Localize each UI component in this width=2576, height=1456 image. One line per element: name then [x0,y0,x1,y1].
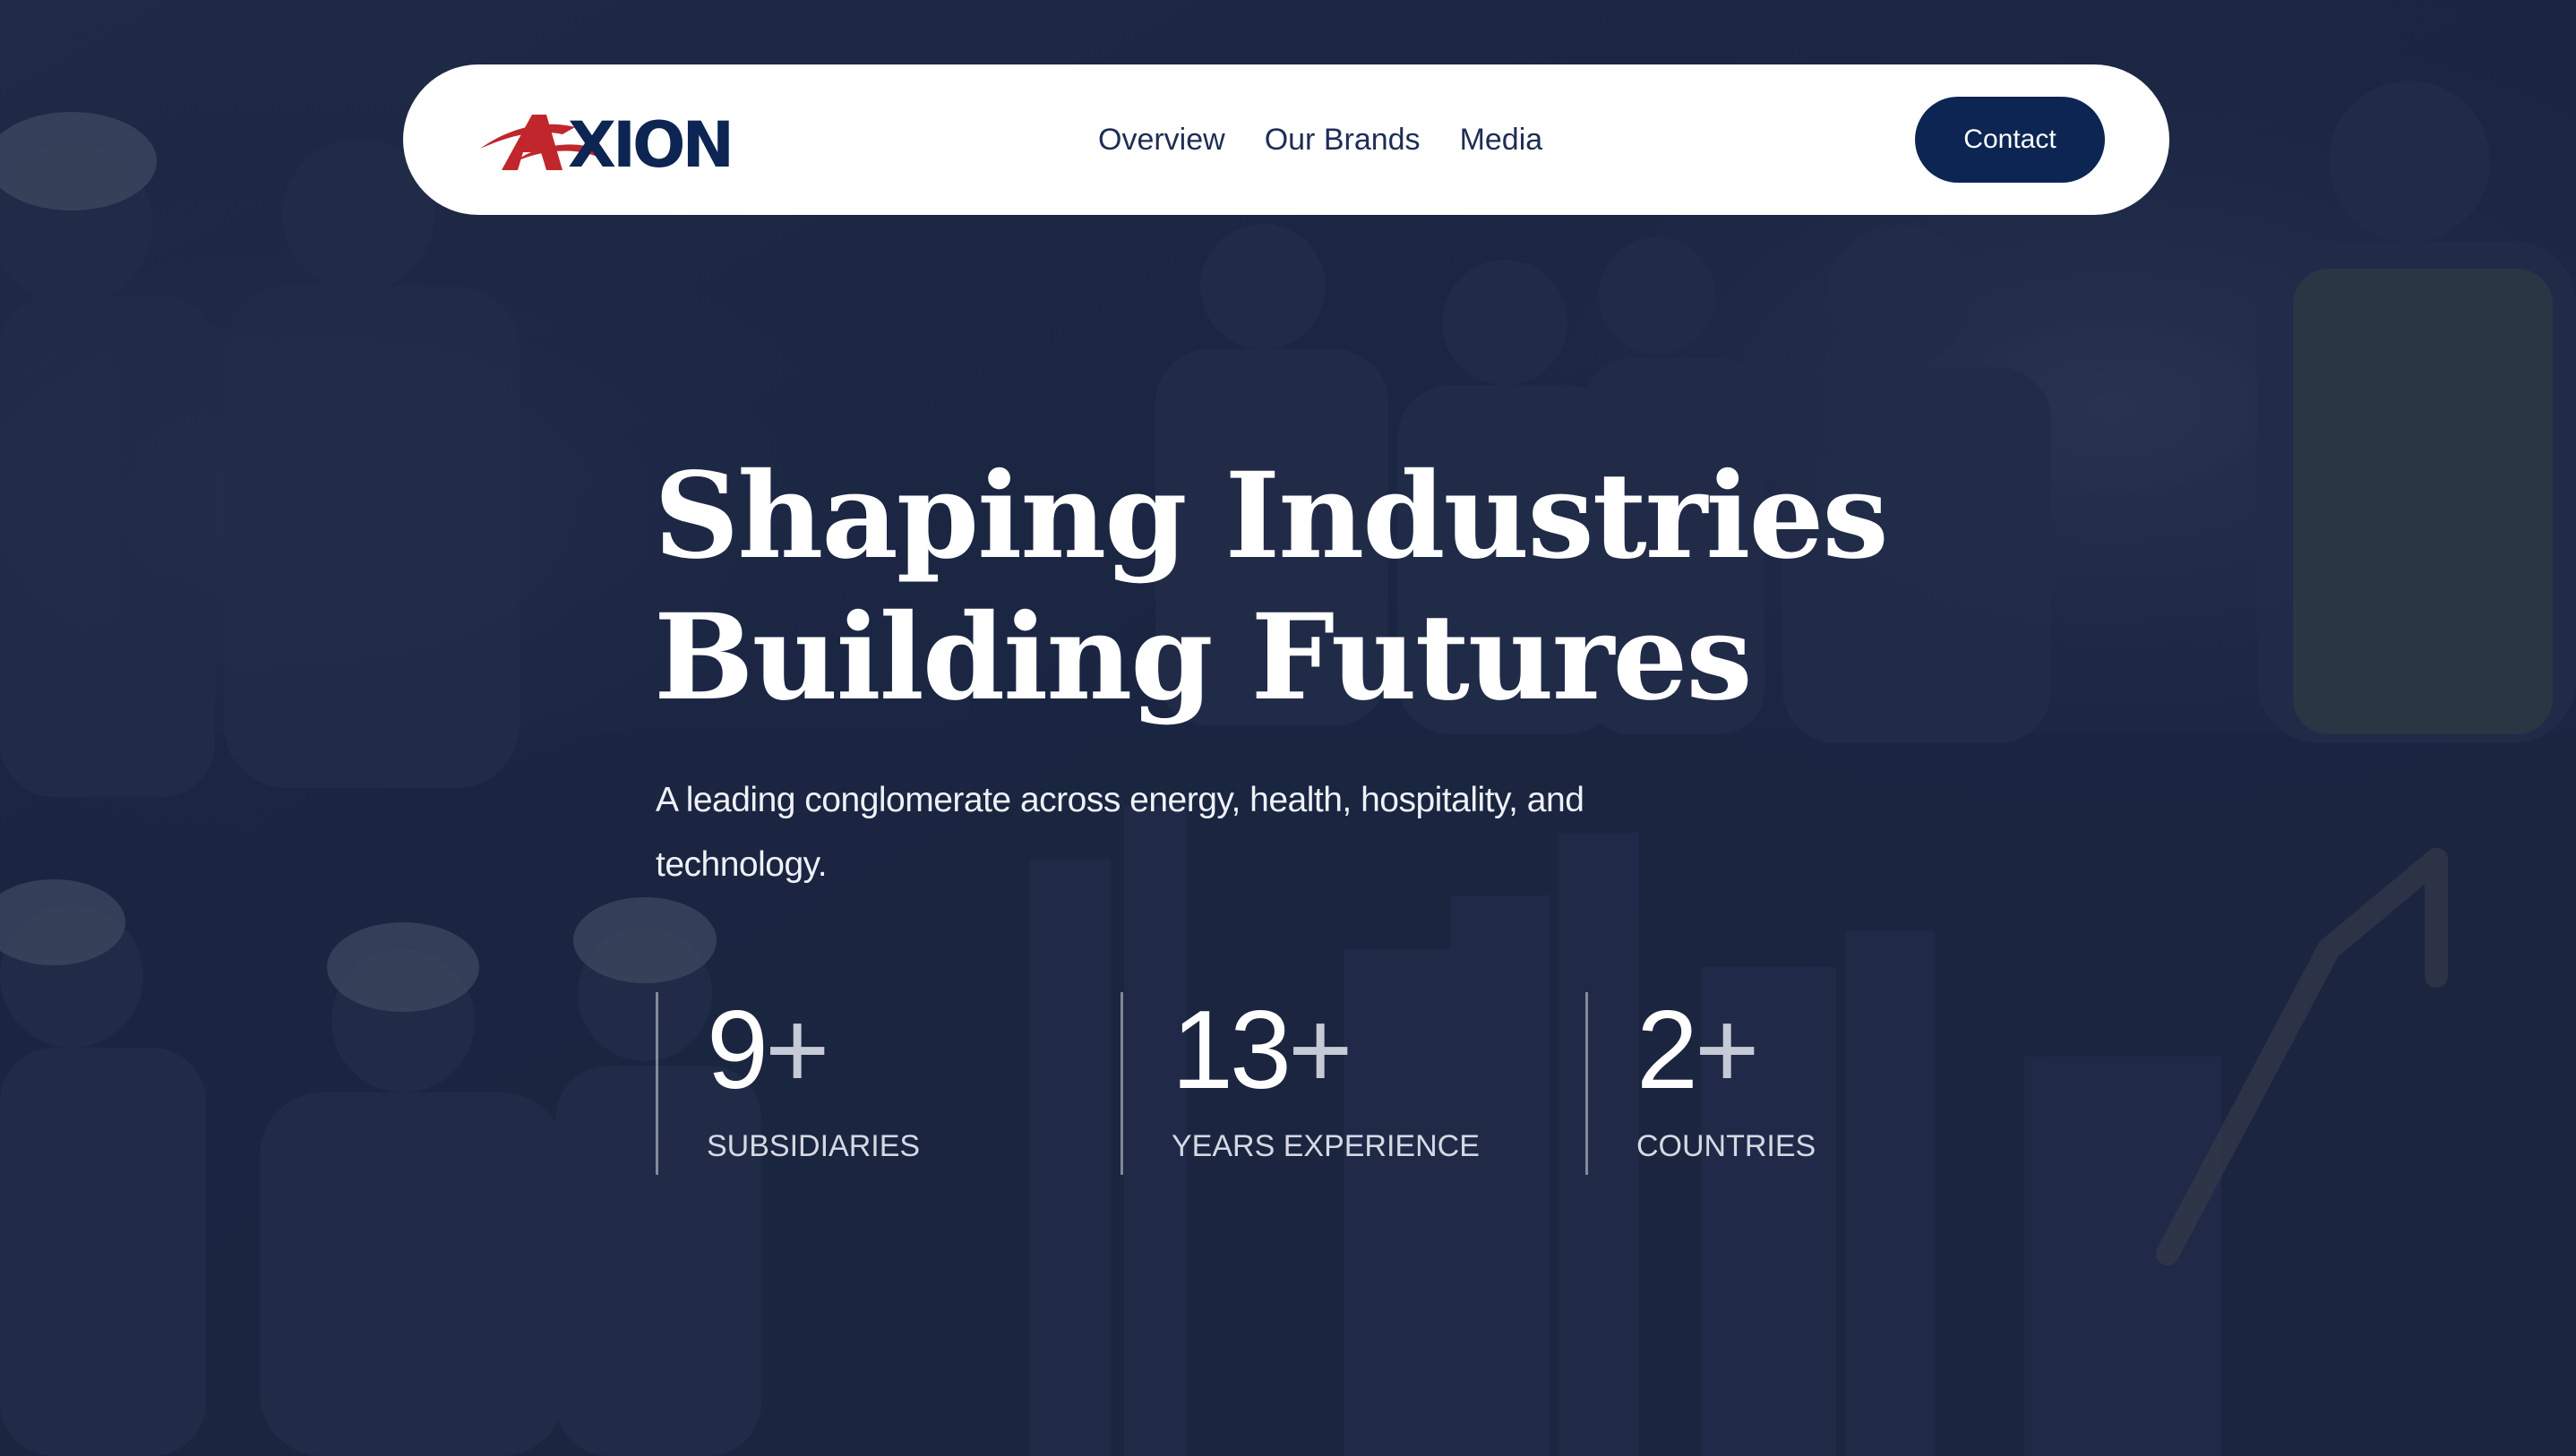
axion-logo[interactable]: XION [477,107,745,174]
stat-countries: 2+ COUNTRIES [1585,992,2050,1175]
stats-row: 9+ SUBSIDIARIES 13+ YEARS EXPERIENCE 2+ … [656,992,2050,1175]
nav-links: Overview Our Brands Media [1098,64,1542,215]
navbar: XION Overview Our Brands Media Contact [403,64,2169,215]
hero-title-line-2: Building Futures [654,588,1753,727]
nav-link-our-brands[interactable]: Our Brands [1265,123,1421,158]
nav-link-overview[interactable]: Overview [1098,123,1225,158]
nav-link-media[interactable]: Media [1460,123,1543,158]
stat-value: 2+ [1636,989,1759,1112]
svg-text:XION: XION [568,108,731,174]
stat-value: 9+ [707,989,829,1112]
stat-years-experience: 13+ YEARS EXPERIENCE [1121,992,1585,1175]
stat-label: COUNTRIES [1636,1129,1816,1163]
stat-label: SUBSIDIARIES [707,1129,921,1163]
hero-title-line-1: Shaping Industries [654,447,1889,586]
stat-value: 13+ [1172,989,1352,1112]
hero-subtitle: A leading conglomerate across energy, he… [656,781,1584,884]
contact-button[interactable]: Contact [1915,97,2105,183]
hero-title: Shaping Industries Building Futures [654,446,1889,729]
hero-section: XION Overview Our Brands Media Contact S… [0,0,2576,1456]
stat-label: YEARS EXPERIENCE [1172,1129,1480,1163]
stat-subsidiaries: 9+ SUBSIDIARIES [656,992,1121,1175]
